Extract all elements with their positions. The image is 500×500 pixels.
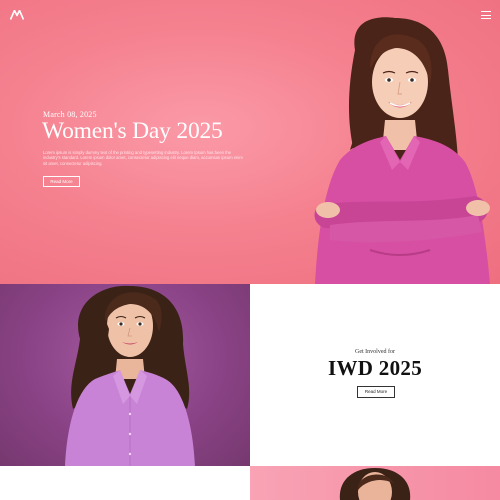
feature-image-panel [0, 284, 250, 466]
woman-portrait-photo-icon [314, 17, 490, 284]
m-monogram-logo-icon[interactable] [10, 10, 24, 20]
hero-read-more-button[interactable]: Read More [43, 176, 80, 187]
woman-portrait-photo-icon [339, 468, 411, 500]
iwd-title: IWD 2025 [328, 356, 422, 380]
hero-section: March 08, 2025 Women's Day 2025 Lorem ip… [0, 0, 500, 284]
hero-title: Women's Day 2025 [42, 118, 223, 144]
hero-description: Lorem ipsum is simply dummy text of the … [43, 150, 243, 166]
next-section-image-panel [250, 466, 500, 500]
woman-portrait-photo-icon [65, 285, 195, 466]
get-involved-panel: Get Involved for IWD 2025 Read More [250, 284, 500, 466]
next-section-blank-panel [0, 466, 250, 500]
iwd-read-more-button[interactable]: Read More [357, 386, 395, 398]
get-involved-eyebrow: Get Involved for [355, 349, 395, 355]
